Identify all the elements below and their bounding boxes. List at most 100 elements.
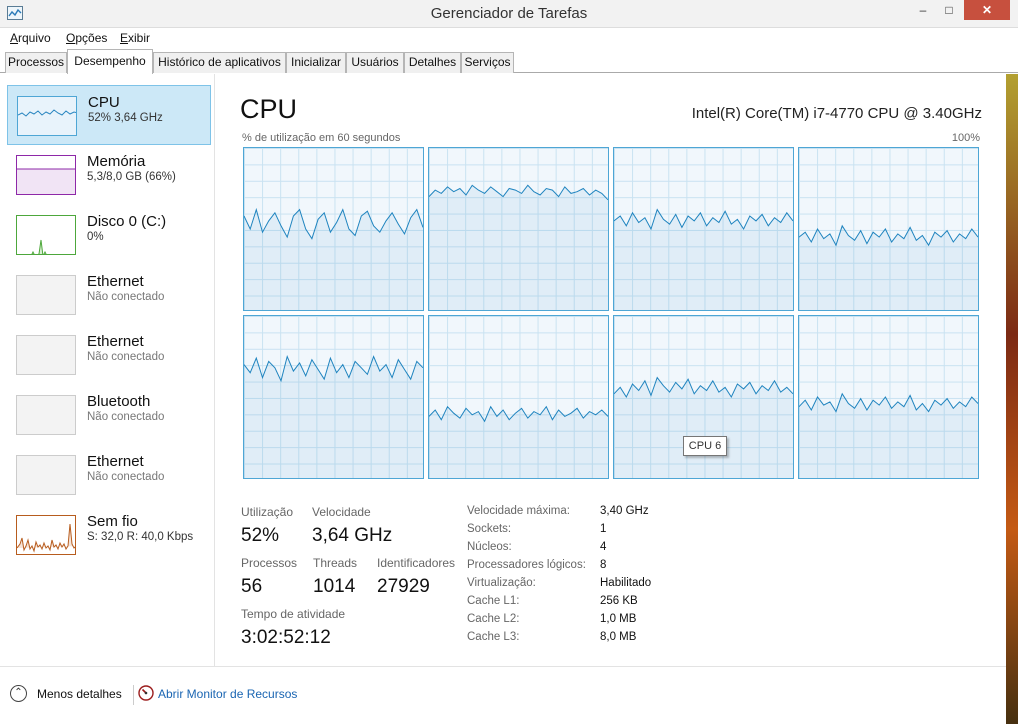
cpu-core-plot: [429, 405, 608, 478]
footer-bar: ⌃ Menos detalhes Abrir Monitor de Recurs…: [0, 666, 1018, 724]
menu-exibir-accel: E: [120, 31, 129, 45]
info-value: 8,0 MB: [600, 631, 637, 643]
sidebar-item-sem-fio[interactable]: Sem fio S: 32,0 R: 40,0 Kbps: [7, 505, 211, 565]
info-label: Cache L1:: [467, 595, 520, 607]
tab-desempenho[interactable]: Desempenho: [67, 49, 153, 74]
sidebar-item-cpu[interactable]: CPU 52% 3,64 GHz: [7, 85, 211, 145]
memory-thumbnail: [16, 155, 76, 195]
ethernet-thumbnail: [16, 455, 76, 495]
cpu-core-graph[interactable]: [613, 147, 794, 311]
close-button[interactable]: ✕: [964, 0, 1010, 20]
sidebar-item-disco[interactable]: Disco 0 (C:) 0%: [7, 205, 211, 265]
core-tooltip: CPU 6: [683, 436, 727, 456]
cpu-core-graph[interactable]: [243, 315, 424, 479]
processes-label: Processos: [241, 556, 298, 570]
cpu-thumbnail: [17, 96, 77, 136]
speed-label: Velocidade: [312, 505, 371, 519]
menu-exibir-rest: xibir: [128, 31, 151, 45]
sidebar-item-title: Sem fio: [87, 513, 138, 530]
less-details-label: Menos detalhes: [37, 687, 122, 701]
info-value: 8: [600, 559, 607, 571]
tab-processos[interactable]: Processos: [5, 52, 67, 73]
menu-arquivo-rest: rquivo: [18, 31, 51, 45]
menu-arquivo[interactable]: Arquivo: [10, 31, 51, 45]
info-label: Processadores lógicos:: [467, 559, 586, 571]
info-label: Cache L2:: [467, 613, 520, 625]
tab-servicos[interactable]: Serviços: [461, 52, 514, 73]
sidebar-item-subtitle: 52% 3,64 GHz: [88, 112, 163, 124]
cpu-core-graph[interactable]: [798, 147, 979, 311]
menu-exibir[interactable]: Exibir: [120, 31, 150, 45]
info-label: Núcleos:: [467, 541, 512, 553]
sidebar-item-subtitle: Não conectado: [87, 351, 165, 363]
cpu-core-plot: [244, 207, 423, 310]
info-value: 1,0 MB: [600, 613, 637, 625]
utilization-label: Utilização: [241, 505, 294, 519]
desktop-background-edge: [1006, 74, 1018, 724]
sidebar-item-bluetooth[interactable]: Bluetooth Não conectado: [7, 385, 211, 445]
performance-panel: CPU Intel(R) Core(TM) i7-4770 CPU @ 3.40…: [216, 74, 1002, 666]
sidebar-item-title: Disco 0 (C:): [87, 213, 167, 230]
cpu-core-area: [614, 209, 793, 310]
menu-opcoes[interactable]: Opções: [66, 31, 107, 45]
sidebar-item-title: Ethernet: [87, 453, 144, 470]
processes-value: 56: [241, 576, 263, 597]
sidebar-item-memoria[interactable]: Memória 5,3/8,0 GB (66%): [7, 145, 211, 205]
cpu-core-plot: [244, 354, 423, 478]
maximize-button[interactable]: □: [936, 0, 962, 20]
menu-arquivo-accel: A: [10, 31, 19, 45]
resource-monitor-label: Abrir Monitor de Recursos: [158, 687, 298, 701]
tab-historico[interactable]: Histórico de aplicativos: [153, 52, 286, 73]
menu-opcoes-accel: O: [66, 31, 76, 45]
cpu-core-plot: [614, 208, 793, 310]
sidebar-item-title: Ethernet: [87, 333, 144, 350]
tab-usuarios[interactable]: Usuários: [346, 52, 404, 73]
info-label: Velocidade máxima:: [467, 505, 570, 517]
cpu-core-area: [799, 393, 978, 478]
tab-detalhes[interactable]: Detalhes: [404, 52, 461, 73]
disk-thumbnail: [16, 215, 76, 255]
threads-value: 1014: [313, 576, 356, 597]
sidebar-item-subtitle: Não conectado: [87, 291, 165, 303]
cpu-core-graph[interactable]: [428, 147, 609, 311]
sidebar-item-ethernet-1[interactable]: Ethernet Não conectado: [7, 265, 211, 325]
minimize-button[interactable]: –: [910, 0, 936, 20]
tab-inicializar[interactable]: Inicializar: [286, 52, 346, 73]
info-value: 1: [600, 523, 607, 535]
cpu-core-plot: [429, 184, 608, 310]
page-title: CPU: [240, 94, 298, 124]
ethernet-thumbnail: [16, 275, 76, 315]
utilization-value: 52%: [241, 525, 280, 546]
cpu-core-plot: [799, 224, 978, 310]
sidebar-item-subtitle: 5,3/8,0 GB (66%): [87, 171, 176, 183]
cpu-core-area: [244, 356, 423, 478]
sidebar-item-subtitle: 0%: [87, 231, 104, 243]
info-value: 3,40 GHz: [600, 505, 649, 517]
cpu-core-graph[interactable]: [798, 315, 979, 479]
wifi-thumbnail: [16, 515, 76, 555]
sidebar-item-title: Ethernet: [87, 273, 144, 290]
title-bar: Gerenciador de Tarefas – □ ✕: [0, 0, 1018, 28]
cpu-core-area: [429, 406, 608, 478]
menu-opcoes-rest: pções: [75, 31, 108, 45]
cpu-core-area: [429, 185, 608, 310]
sidebar-item-subtitle: Não conectado: [87, 411, 165, 423]
handles-label: Identificadores: [377, 556, 456, 570]
uptime-label: Tempo de atividade: [241, 607, 346, 621]
sidebar-item-ethernet-3[interactable]: Ethernet Não conectado: [7, 445, 211, 505]
menu-bar: Arquivo Opções Exibir: [0, 28, 1018, 48]
sidebar-item-ethernet-2[interactable]: Ethernet Não conectado: [7, 325, 211, 385]
info-value: 4: [600, 541, 607, 553]
tab-bar: Processos Desempenho Histórico de aplica…: [0, 48, 1018, 74]
sidebar-item-subtitle: S: 32,0 R: 40,0 Kbps: [87, 531, 194, 543]
footer-divider: [133, 685, 134, 705]
info-label: Virtualização:: [467, 577, 536, 589]
cpu-core-graph[interactable]: [243, 147, 424, 311]
sidebar-item-title: Bluetooth: [87, 393, 151, 410]
cpu-core-graph[interactable]: [428, 315, 609, 479]
sidebar-item-title: Memória: [87, 153, 146, 170]
graph-caption: % de utilização em 60 segundos: [242, 132, 401, 144]
sidebar-item-title: CPU: [88, 94, 120, 111]
speed-value: 3,64 GHz: [312, 525, 393, 546]
info-value: 256 KB: [600, 595, 638, 607]
